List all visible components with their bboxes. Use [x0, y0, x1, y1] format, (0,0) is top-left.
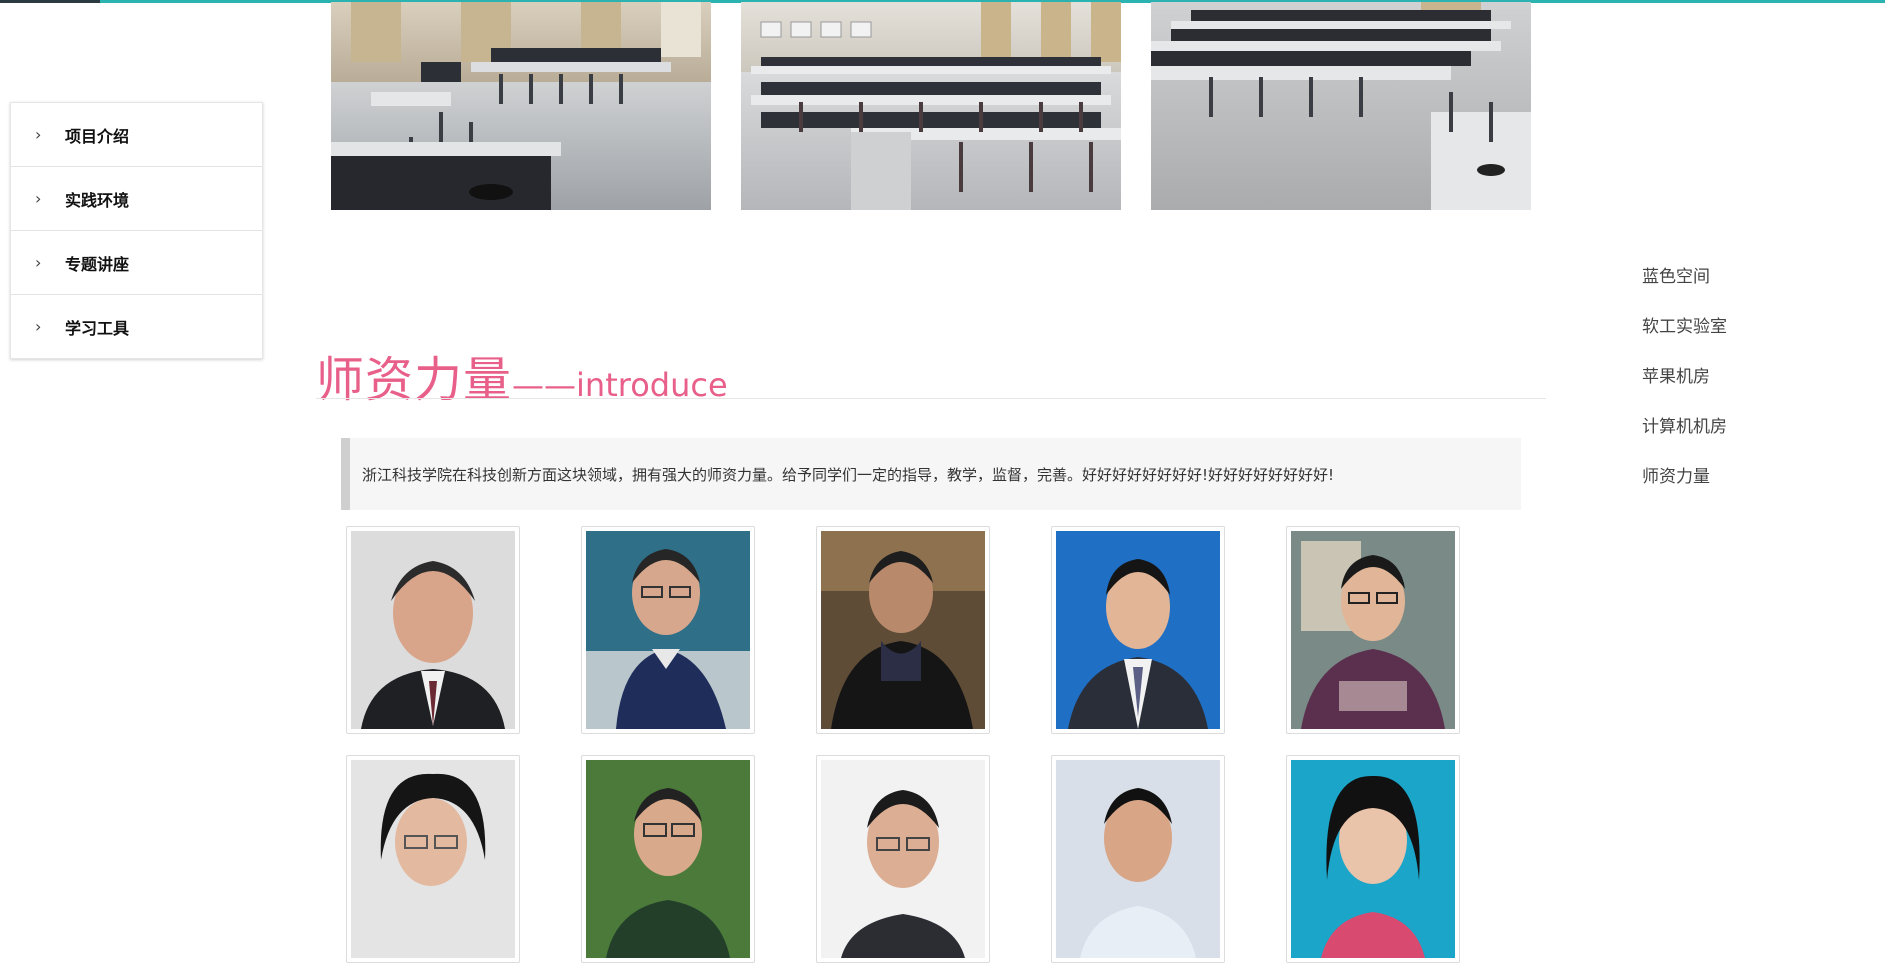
- lab-photo-2: [741, 2, 1121, 210]
- right-nav-item-computer-lab[interactable]: 计算机机房: [1642, 412, 1727, 462]
- top-accent-bar-dark: [0, 0, 100, 3]
- right-nav: 蓝色空间 软工实验室 苹果机房 计算机机房 师资力量: [1642, 262, 1727, 512]
- teacher-portrait-10: [1286, 755, 1460, 963]
- teacher-portrait-7: [581, 755, 755, 963]
- teacher-portrait-5: [1286, 526, 1460, 734]
- right-nav-item-faculty[interactable]: 师资力量: [1642, 462, 1727, 512]
- right-nav-item-blue-space[interactable]: 蓝色空间: [1642, 262, 1727, 312]
- sidebar-item-label: 学习工具: [65, 318, 130, 338]
- teacher-portrait-1: [346, 526, 520, 734]
- sidebar-item-label: 项目介绍: [65, 126, 130, 146]
- chevron-right-icon: ›: [35, 252, 42, 272]
- lab-photo-1: [331, 2, 711, 210]
- teacher-portrait-2: [581, 526, 755, 734]
- teacher-portrait-3: [816, 526, 990, 734]
- chevron-right-icon: ›: [35, 188, 42, 208]
- sidebar-menu: › 项目介绍 › 实践环境 › 专题讲座 › 学习工具: [10, 102, 263, 359]
- section-divider: [316, 398, 1546, 399]
- teacher-portrait-8: [816, 755, 990, 963]
- teacher-portrait-6: [346, 755, 520, 963]
- right-nav-item-software-lab[interactable]: 软工实验室: [1642, 312, 1727, 362]
- section-title: 师资力量——introduce: [316, 340, 728, 410]
- sidebar-item-practice-environment[interactable]: › 实践环境: [11, 167, 262, 231]
- sidebar-item-label: 实践环境: [65, 190, 130, 210]
- sidebar-item-learning-tools[interactable]: › 学习工具: [11, 295, 262, 358]
- right-nav-item-apple-lab[interactable]: 苹果机房: [1642, 362, 1727, 412]
- section-title-zh: 师资力量: [316, 352, 513, 408]
- chevron-right-icon: ›: [35, 316, 42, 336]
- intro-text: 浙江科技学院在科技创新方面这块领域，拥有强大的师资力量。给予同学们一定的指导，教…: [362, 465, 1335, 484]
- teacher-portrait-4: [1051, 526, 1225, 734]
- sidebar-item-label: 专题讲座: [65, 254, 130, 274]
- intro-blockquote: 浙江科技学院在科技创新方面这块领域，拥有强大的师资力量。给予同学们一定的指导，教…: [341, 438, 1521, 510]
- sidebar-item-special-lectures[interactable]: › 专题讲座: [11, 231, 262, 295]
- teacher-portrait-9: [1051, 755, 1225, 963]
- sidebar-item-project-intro[interactable]: › 项目介绍: [11, 103, 262, 167]
- lab-photo-3: [1151, 2, 1531, 210]
- chevron-right-icon: ›: [35, 124, 42, 144]
